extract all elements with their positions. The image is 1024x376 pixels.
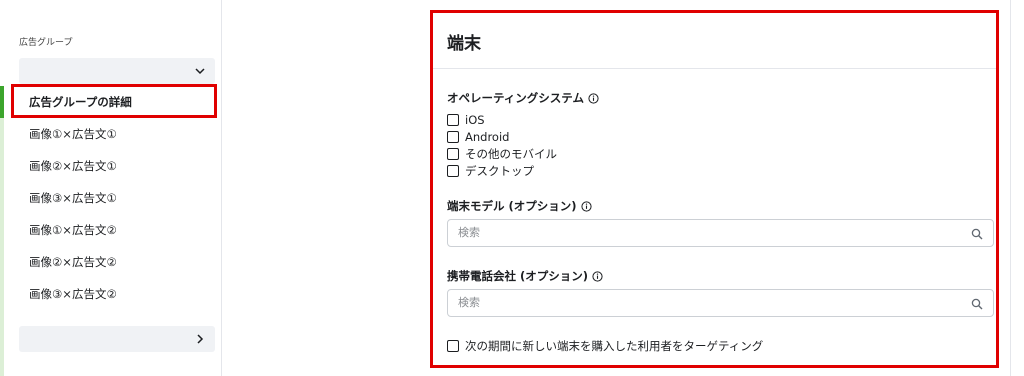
sidebar-item-adgroup-details[interactable]: 広告グループの詳細: [0, 86, 222, 118]
sidebar-expand-row[interactable]: [19, 326, 215, 352]
os-section-label: オペレーティングシステム: [447, 90, 599, 106]
chevron-right-icon: [197, 334, 204, 344]
checkbox[interactable]: [447, 165, 459, 177]
checkbox[interactable]: [447, 131, 459, 143]
chevron-down-icon: [195, 68, 205, 75]
carrier-search[interactable]: [447, 289, 994, 317]
search-icon: [971, 298, 983, 310]
os-option-label: iOS: [465, 113, 485, 127]
sidebar-item-ad[interactable]: 画像③×広告文①: [0, 182, 222, 214]
sidebar-item-label: 画像②×広告文②: [29, 255, 117, 269]
os-option-other-mobile[interactable]: その他のモバイル: [447, 146, 557, 162]
panel-title: 端末: [447, 34, 481, 54]
os-label-text: オペレーティングシステム: [447, 91, 584, 105]
carrier-label-text: 携帯電話会社 (オプション): [447, 269, 589, 283]
sidebar: 広告グループ 広告グループの詳細 画像①×広告文① 画像②×広告文① 画像③×広…: [0, 0, 222, 376]
checkbox[interactable]: [447, 340, 459, 352]
model-section-label: 端末モデル (オプション): [447, 198, 592, 214]
divider: [433, 68, 996, 69]
checkbox[interactable]: [447, 114, 459, 126]
sidebar-item-ad[interactable]: 画像②×広告文①: [0, 150, 222, 182]
os-option-label: デスクトップ: [465, 164, 534, 178]
sidebar-item-label: 画像①×広告文②: [29, 223, 117, 237]
sidebar-item-label: 画像①×広告文①: [29, 127, 117, 141]
checkbox[interactable]: [447, 148, 459, 160]
device-model-search-input[interactable]: [458, 226, 958, 239]
info-icon[interactable]: [588, 92, 599, 104]
new-device-targeting-label: 次の期間に新しい端末を購入した利用者をターゲティング: [465, 339, 764, 353]
os-option-label: その他のモバイル: [465, 147, 557, 161]
info-icon[interactable]: [580, 200, 592, 212]
model-label-text: 端末モデル (オプション): [447, 199, 577, 213]
sidebar-dropdown[interactable]: [19, 58, 215, 84]
os-option-label: Android: [465, 130, 510, 144]
sidebar-list: 広告グループの詳細 画像①×広告文① 画像②×広告文① 画像③×広告文① 画像①…: [0, 86, 222, 310]
sidebar-item-label: 画像③×広告文②: [29, 287, 117, 301]
sidebar-item-ad[interactable]: 画像②×広告文②: [0, 246, 222, 278]
os-option-desktop[interactable]: デスクトップ: [447, 163, 534, 179]
scrollbar[interactable]: [1010, 0, 1024, 376]
sidebar-item-label: 画像②×広告文①: [29, 159, 117, 173]
sidebar-item-label: 画像③×広告文①: [29, 191, 117, 205]
sidebar-item-ad[interactable]: 画像③×広告文②: [0, 278, 222, 310]
device-model-search[interactable]: [447, 219, 994, 247]
sidebar-title: 広告グループ: [19, 38, 73, 48]
carrier-section-label: 携帯電話会社 (オプション): [447, 268, 603, 284]
search-icon: [971, 228, 983, 240]
os-option-ios[interactable]: iOS: [447, 112, 485, 128]
device-panel: 端末 オペレーティングシステム iOS Android その他のモバイル デスク…: [430, 10, 999, 368]
os-option-android[interactable]: Android: [447, 129, 509, 145]
new-device-targeting-option[interactable]: 次の期間に新しい端末を購入した利用者をターゲティング: [447, 338, 763, 354]
sidebar-item-ad[interactable]: 画像①×広告文②: [0, 214, 222, 246]
carrier-search-input[interactable]: [458, 296, 958, 309]
sidebar-item-label: 広告グループの詳細: [29, 95, 132, 109]
info-icon[interactable]: [592, 270, 603, 282]
sidebar-item-ad[interactable]: 画像①×広告文①: [0, 118, 222, 150]
